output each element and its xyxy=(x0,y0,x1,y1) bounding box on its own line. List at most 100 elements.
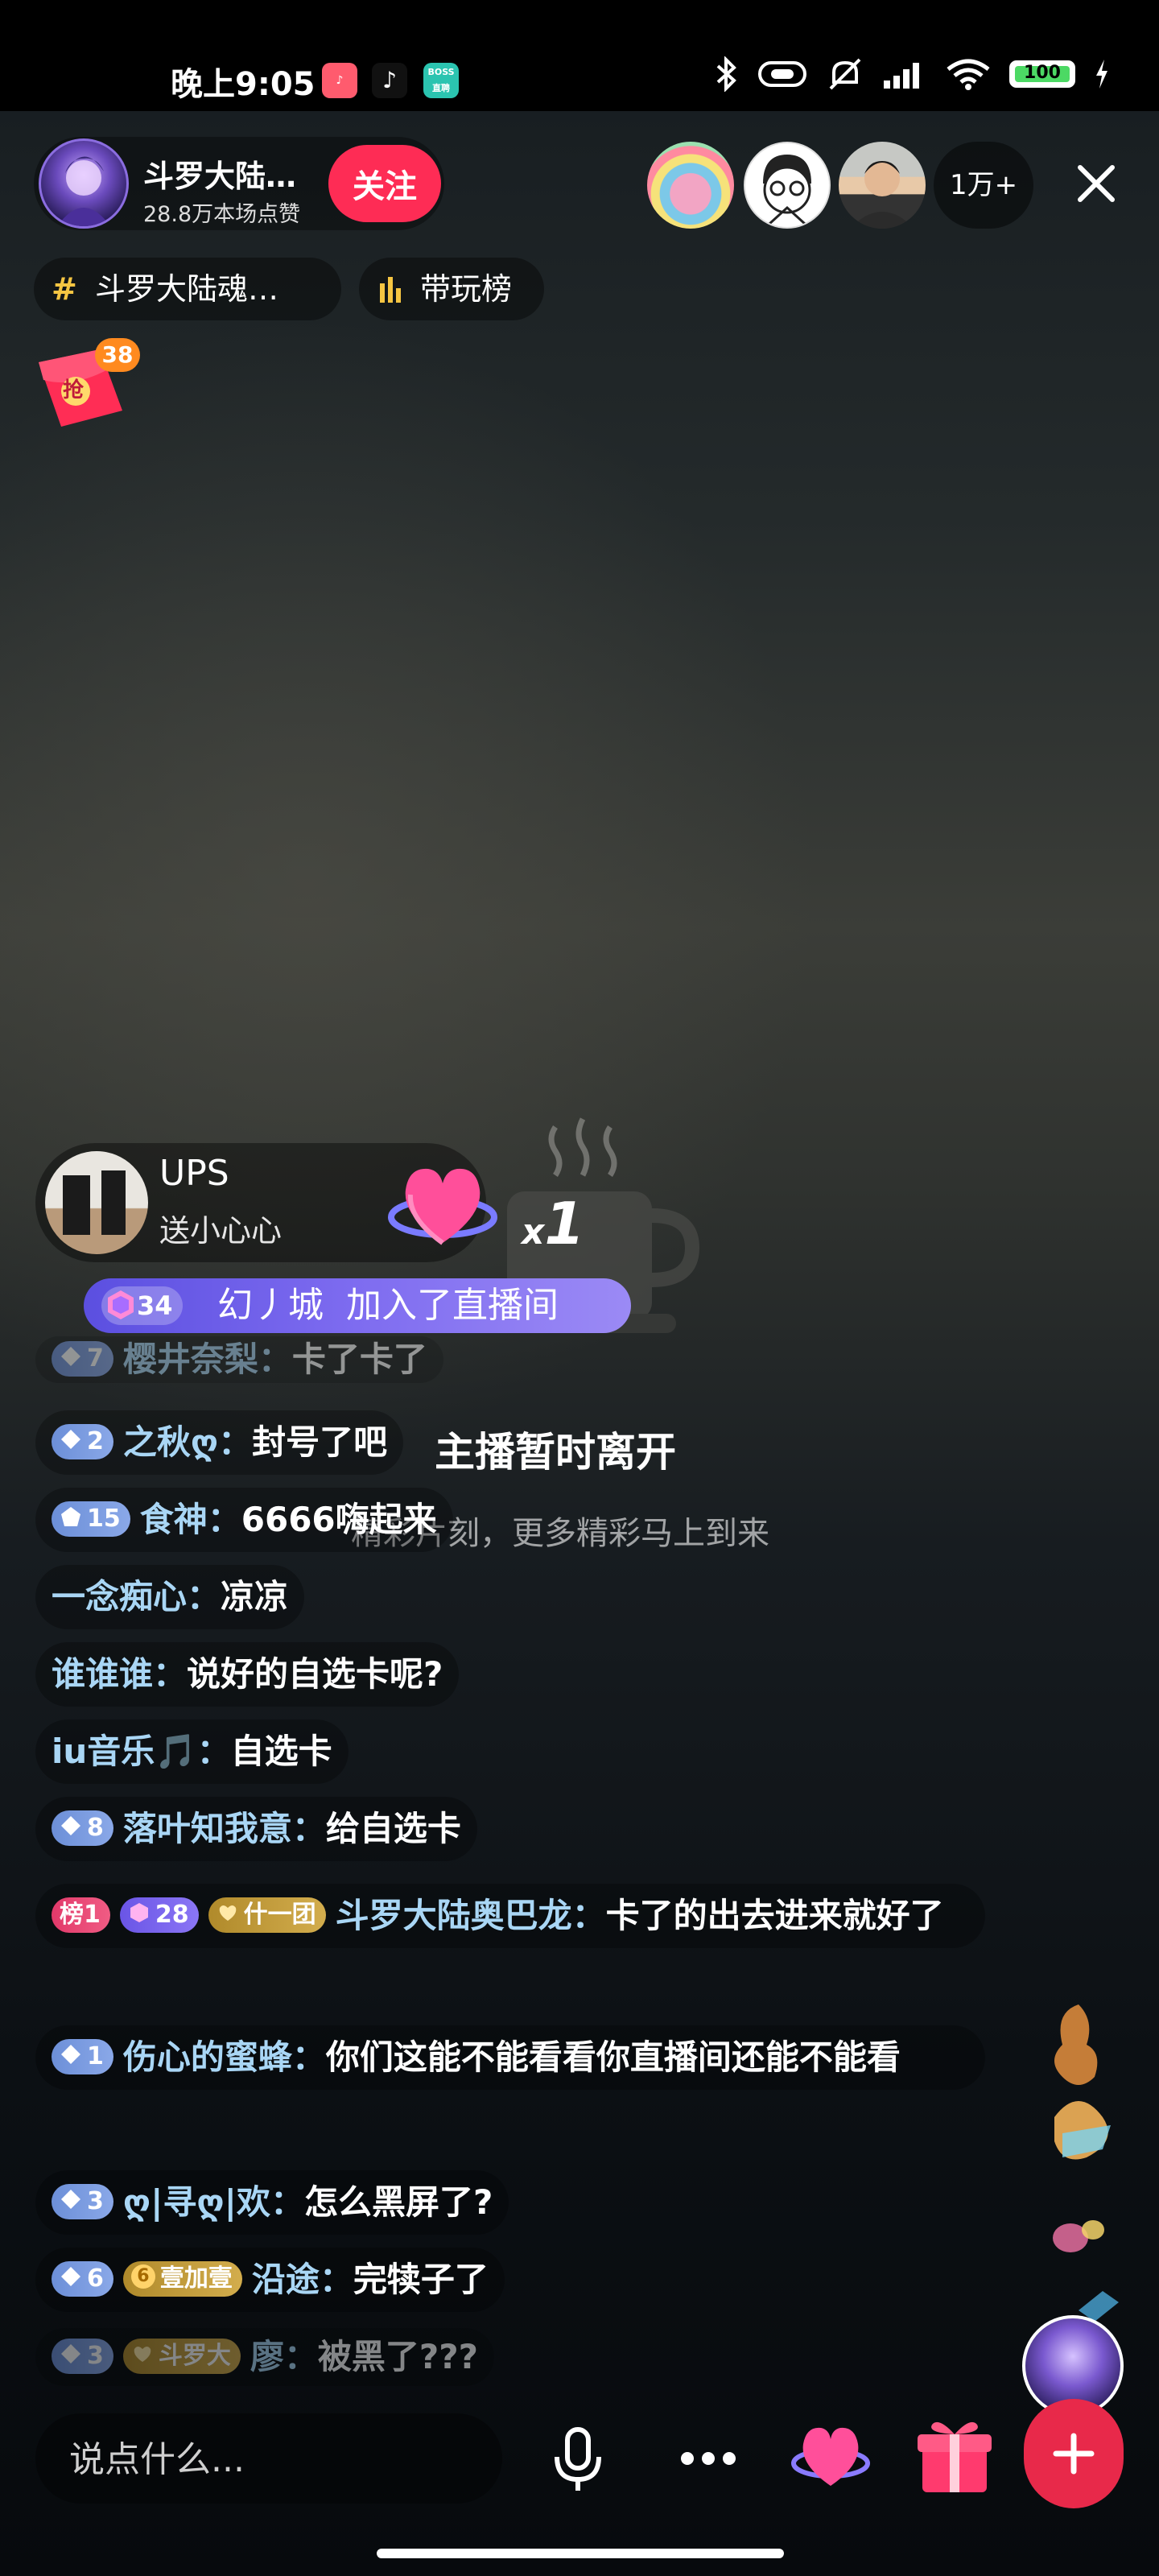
bar-chart-icon xyxy=(377,258,406,341)
ranking-tag-label: 带玩榜 xyxy=(420,271,513,307)
join-text: 加入了直播间 xyxy=(346,1285,559,1326)
red-packet-char: 抢 xyxy=(63,378,85,402)
plus-icon xyxy=(1053,2433,1095,2475)
add-button[interactable] xyxy=(1024,2399,1124,2508)
chat-message[interactable]: 一念痴心：凉凉 xyxy=(35,1565,305,1629)
viewer-count[interactable]: 1万+ xyxy=(934,142,1033,229)
gift-sender-avatar[interactable] xyxy=(45,1151,148,1254)
join-level-badge: 34 xyxy=(101,1286,183,1325)
like-button[interactable] xyxy=(789,2415,872,2499)
close-button[interactable] xyxy=(1062,150,1130,217)
diamond-icon xyxy=(61,2344,80,2363)
diamond-icon xyxy=(61,1507,80,1526)
chat-username[interactable]: 落叶知我意： xyxy=(123,1809,326,1848)
gift-count-value: 1 xyxy=(544,1190,585,1257)
battery-icon: 100 xyxy=(1009,60,1075,88)
gift-button[interactable] xyxy=(914,2412,995,2499)
chat-text: 自选卡 xyxy=(230,1732,332,1771)
chat-message[interactable]: 2 之秋ღ：封号了吧 xyxy=(35,1410,404,1475)
chat-message[interactable]: 谁谁谁：说好的自选卡呢? xyxy=(35,1642,460,1707)
topic-tag[interactable]: # 斗罗大陆魂… xyxy=(34,258,341,320)
host-avatar-art xyxy=(57,156,110,226)
user-level-badge: 1 xyxy=(52,2038,113,2074)
chat-message[interactable]: 榜1 28 什一团 斗罗大陆奥巴龙：卡了的出去进来就好了 xyxy=(35,1884,985,1948)
diamond-icon xyxy=(61,1347,80,1366)
fan-club-badge: 斗罗大 xyxy=(122,2338,241,2374)
gift-sender-name: UPS xyxy=(159,1153,229,1194)
vibrate-icon xyxy=(758,61,806,87)
status-icons: 100 xyxy=(715,56,1111,92)
host-likes: 28.8万本场点赞 xyxy=(143,202,301,227)
viewer-avatar-3-art xyxy=(850,161,914,229)
close-icon xyxy=(1078,165,1115,202)
follow-button[interactable]: 关注 xyxy=(328,145,441,222)
rank-badge: 榜1 xyxy=(52,1897,110,1933)
diamond-icon xyxy=(61,2267,80,2286)
chat-text: 凉凉 xyxy=(221,1577,289,1616)
mute-icon xyxy=(829,58,861,90)
chat-message[interactable]: 15 食神：6666嗨起来 xyxy=(35,1488,453,1552)
user-level-badge: 6 xyxy=(52,2260,113,2297)
chat-message[interactable]: 1 伤心的蜜蜂：你们这能不能看看你直播间还能不能看 xyxy=(35,2025,985,2090)
wifi-icon xyxy=(947,59,990,90)
more-button[interactable] xyxy=(671,2421,745,2496)
chat-username[interactable]: 斗罗大陆奥巴龙： xyxy=(336,1896,606,1935)
comment-input-box[interactable] xyxy=(35,2413,502,2505)
viewer-avatar-2-art xyxy=(763,155,811,225)
chat-text: 6666嗨起来 xyxy=(241,1500,437,1539)
hashtag-icon: # xyxy=(52,271,77,307)
chat-username[interactable]: 一念痴心： xyxy=(52,1577,221,1616)
chat-username[interactable]: iu音乐🎵： xyxy=(52,1732,231,1771)
chat-text: 卡了卡了 xyxy=(291,1340,427,1379)
live-room-screen: 晚上9:05 ♪ ♪ BOSS直聘 100 斗罗大陆… 28.8万本场点赞 关注… xyxy=(0,0,1159,2576)
chat-text: 给自选卡 xyxy=(325,1809,461,1848)
chat-text: 被黑了??? xyxy=(317,2337,478,2376)
home-indicator[interactable] xyxy=(377,2549,784,2558)
join-banner: 34 幻丿城 加入了直播间 xyxy=(84,1278,631,1333)
host-away-title: 主播暂时离开 xyxy=(435,1429,676,1476)
chat-username[interactable]: 沿途： xyxy=(252,2260,353,2299)
viewer-avatar-2[interactable] xyxy=(744,142,831,229)
user-level-badge: 7 xyxy=(52,1340,113,1377)
chat-text: 说好的自选卡呢? xyxy=(187,1654,443,1694)
chat-username[interactable]: 樱井奈梨： xyxy=(123,1340,292,1379)
chat-username[interactable]: 之秋ღ： xyxy=(123,1422,252,1462)
host-avatar[interactable] xyxy=(39,138,129,229)
music-app-icon: ♪ xyxy=(322,63,357,98)
charging-icon xyxy=(1096,60,1107,89)
ranking-tag[interactable]: 带玩榜 xyxy=(359,258,544,320)
user-level-badge: 8 xyxy=(52,1810,113,1846)
topic-tag-label: 斗罗大陆魂… xyxy=(95,271,279,307)
chat-username[interactable]: 廖： xyxy=(250,2337,318,2376)
chat-text: 怎么黑屏了? xyxy=(303,2182,493,2222)
chat-username[interactable]: 谁谁谁： xyxy=(52,1654,187,1694)
chat-username[interactable]: ღ|寻ღ|欢： xyxy=(123,2182,304,2222)
chat-message[interactable]: 8 落叶知我意：给自选卡 xyxy=(35,1797,477,1861)
viewer-avatar-1[interactable] xyxy=(647,142,734,229)
level-hexagon-icon xyxy=(130,1903,148,1922)
heart-gift-icon xyxy=(386,1154,499,1259)
viewer-avatar-3[interactable] xyxy=(839,142,926,229)
fan-club-badge: 什一团 xyxy=(208,1897,326,1933)
user-level-badge: 2 xyxy=(52,1423,113,1459)
user-level-badge: 28 xyxy=(119,1897,199,1933)
comment-input[interactable] xyxy=(68,2413,489,2505)
host-name[interactable]: 斗罗大陆… xyxy=(143,151,296,196)
microphone-icon xyxy=(555,2427,601,2491)
chat-message[interactable]: 3 斗罗大 廖：被黑了??? xyxy=(35,2328,494,2386)
status-bar: 晚上9:05 ♪ ♪ BOSS直聘 100 xyxy=(0,0,1159,111)
gift-combo-count: x1 xyxy=(522,1190,585,1257)
chat-text: 卡了的出去进来就好了 xyxy=(605,1896,944,1935)
microphone-button[interactable] xyxy=(541,2421,615,2496)
chat-message[interactable]: 6 6 壹加壹 沿途：完犊子了 xyxy=(35,2248,505,2312)
heart-gift-icon xyxy=(791,2427,870,2486)
chat-message[interactable]: 3 ღ|寻ღ|欢：怎么黑屏了? xyxy=(35,2170,509,2235)
heart-badge-icon xyxy=(134,2347,151,2362)
chat-message[interactable]: iu音乐🎵：自选卡 xyxy=(35,1719,349,1784)
user-level-badge: 3 xyxy=(52,2183,113,2219)
chat-text: 完犊子了 xyxy=(353,2260,489,2299)
red-packet[interactable]: 抢 38 xyxy=(32,338,140,443)
chat-username[interactable]: 食神： xyxy=(140,1500,241,1539)
chat-username[interactable]: 伤心的蜜蜂： xyxy=(123,2037,326,2077)
chat-message[interactable]: 7 樱井奈梨：卡了卡了 xyxy=(35,1336,443,1383)
